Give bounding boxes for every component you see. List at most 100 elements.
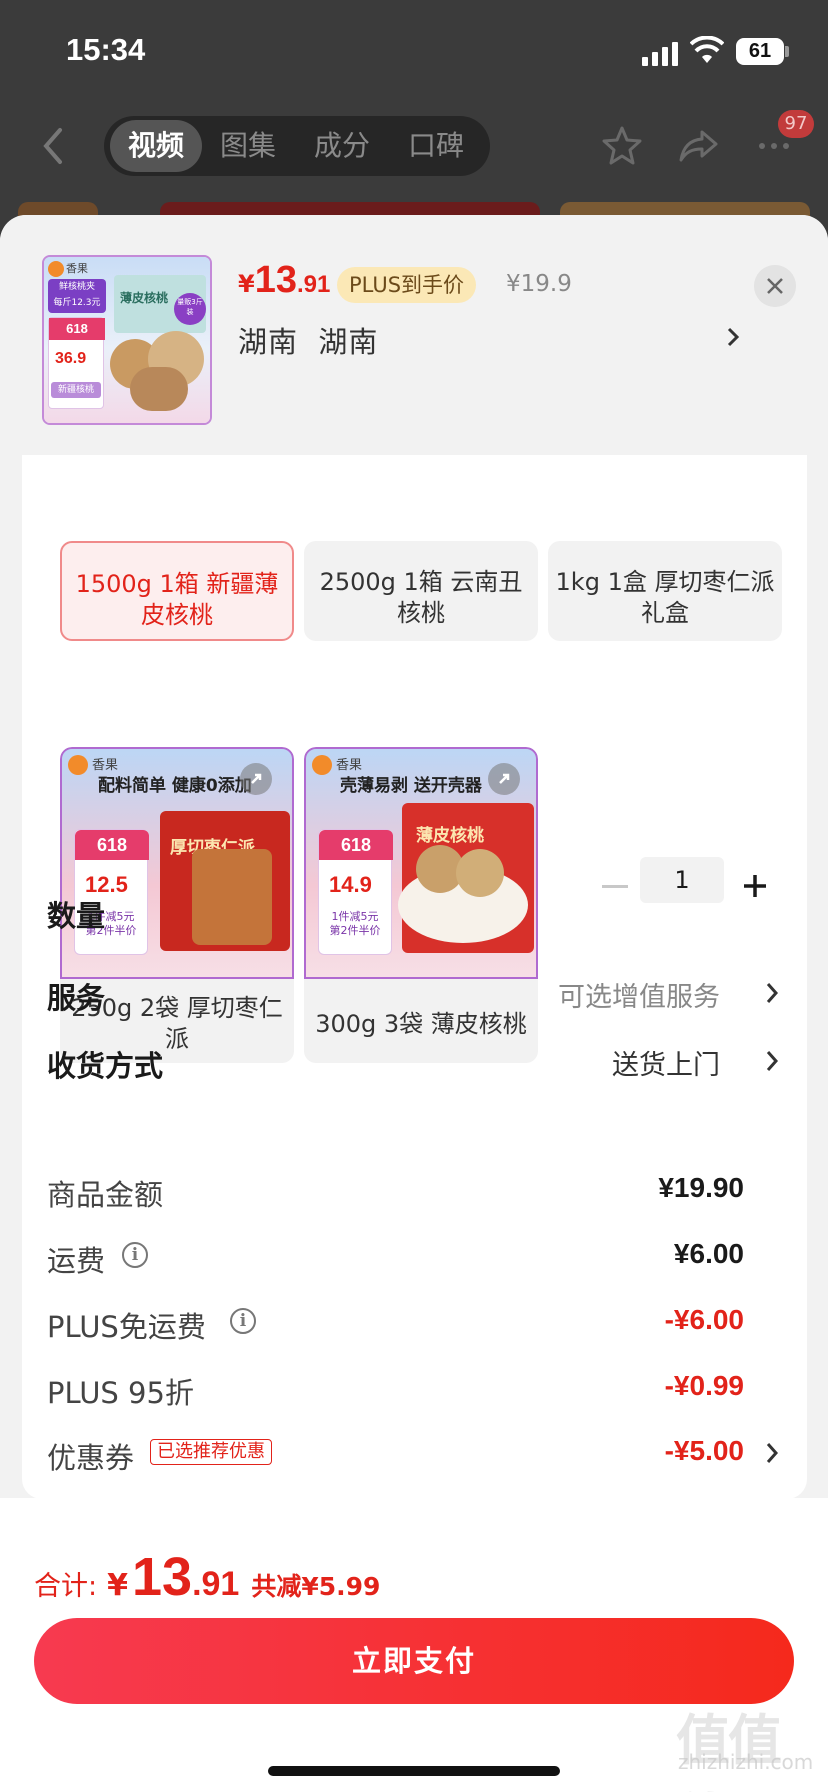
product-thumbnail[interactable]: 香果 鲜核桃夹 每斤12.3元 薄皮核桃 量贩3斤装 618 36.9 新疆核桃 xyxy=(42,255,212,425)
price-symbol: ¥ xyxy=(238,270,255,298)
image-promo-line: 1件减5元 xyxy=(331,910,379,923)
total-decimal: .91 xyxy=(192,1565,240,1603)
fee-value-plus-shipping: -¥6.00 xyxy=(664,1304,744,1335)
chevron-right-icon[interactable] xyxy=(765,1441,779,1465)
delivery-value[interactable]: 送货上门 xyxy=(612,1043,720,1082)
sheet-header: 香果 鲜核桃夹 每斤12.3元 薄皮核桃 量贩3斤装 618 36.9 新疆核桃… xyxy=(0,215,828,455)
chevron-right-icon[interactable] xyxy=(765,1049,779,1073)
service-label: 服务 xyxy=(47,981,106,1015)
info-icon[interactable]: i xyxy=(122,1242,148,1268)
fee-value-plus-discount: -¥0.99 xyxy=(664,1370,744,1401)
close-icon[interactable] xyxy=(754,265,796,307)
price-card: 618 14.9 1件减5元 第2件半价 xyxy=(318,829,393,955)
battery-indicator: 61 xyxy=(736,38,784,65)
fee-label-subtotal: 商品金额 xyxy=(47,1178,164,1212)
fee-label-shipping: 运费 xyxy=(47,1244,106,1278)
top-nav: 视频 图集 成分 口碑 97 xyxy=(0,110,828,180)
quantity-label: 数量 xyxy=(47,899,106,933)
thumb-price-card: 618 36.9 新疆核桃 xyxy=(48,317,105,409)
chevron-right-icon[interactable] xyxy=(722,319,746,355)
price-card: 618 12.5 1件减5元 第2件半价 xyxy=(74,829,149,955)
image-price: 14.9 xyxy=(329,872,372,897)
brand-logo xyxy=(312,755,332,775)
expand-icon[interactable] xyxy=(488,763,520,795)
tab-ingredients[interactable]: 成分 xyxy=(300,116,384,176)
variant-option[interactable]: 1kg 1盒 厚切枣仁派礼盒 xyxy=(548,541,782,641)
image-promo: 1件减5元 第2件半价 xyxy=(323,910,387,938)
current-price: ¥ 13 .91 xyxy=(238,259,330,309)
image-slogan: 壳薄易剥 送开壳器 xyxy=(340,776,482,796)
price-decimal: .91 xyxy=(296,271,331,298)
package-label: 薄皮核桃 xyxy=(416,826,484,846)
walnut-photo xyxy=(456,849,504,897)
variant-label: 300g 3袋 薄皮核桃 xyxy=(315,1010,527,1038)
badge-618: 618 xyxy=(49,318,105,340)
home-indicator xyxy=(268,1766,560,1776)
purchase-sheet: 1500g 1箱 新疆薄皮核桃 2500g 1箱 云南丑核桃 1kg 1盒 厚切… xyxy=(0,215,828,1792)
image-slogan: 配料简单 健康0添加 xyxy=(98,776,252,796)
share-icon[interactable] xyxy=(676,124,720,168)
media-tabs: 视频 图集 成分 口碑 xyxy=(104,116,490,176)
thumb-promo-line: 每斤12.3元 xyxy=(53,298,101,308)
price-integer: 13 xyxy=(254,259,297,301)
delivery-location[interactable]: 湖南 湖南 xyxy=(238,319,378,361)
plus-price-tag: PLUS到手价 xyxy=(337,267,477,303)
status-time: 15:34 xyxy=(66,32,146,67)
service-value[interactable]: 可选增值服务 xyxy=(558,975,720,1014)
quantity-decrease-button[interactable] xyxy=(602,885,628,888)
thumb-promo-line: 鲜核桃夹 xyxy=(58,282,95,292)
chevron-right-icon[interactable] xyxy=(765,981,779,1005)
pay-now-button[interactable]: 立即支付 xyxy=(34,1618,794,1704)
thumb-price: 36.9 xyxy=(55,350,87,367)
tab-reviews[interactable]: 口碑 xyxy=(394,116,478,176)
delivery-label: 收货方式 xyxy=(47,1049,164,1083)
variant-image: 香果 配料简单 健康0添加 厚切枣仁派 618 12.5 1件减5元 第2件半价 xyxy=(60,747,294,979)
back-arrow-icon[interactable] xyxy=(38,126,68,166)
expand-icon[interactable] xyxy=(240,763,272,795)
variant-label: 1kg 1盒 厚切枣仁派礼盒 xyxy=(555,568,775,627)
image-promo-line: 第2件半价 xyxy=(329,924,381,937)
coupon-tag: 已选推荐优惠 xyxy=(150,1439,272,1465)
brand-logo xyxy=(48,261,64,277)
total-label: 合计: xyxy=(34,1571,98,1602)
walnut-photo xyxy=(130,367,188,411)
status-bar: 15:34 61 xyxy=(0,0,828,100)
watermark: 值值值 xyxy=(676,1709,782,1792)
box-label: 薄皮核桃 xyxy=(120,291,169,305)
thumb-footer: 新疆核桃 xyxy=(51,382,101,398)
fee-label-plus-shipping: PLUS免运费 xyxy=(47,1310,206,1344)
variant-option[interactable]: 2500g 1箱 云南丑核桃 xyxy=(304,541,538,641)
star-icon[interactable] xyxy=(600,124,644,168)
watermark-url: zhizhizhi.com xyxy=(678,1750,814,1774)
message-badge: 97 xyxy=(778,110,814,138)
badge-618: 618 xyxy=(319,830,393,860)
product-photo xyxy=(192,849,272,945)
quantity-input[interactable]: 1 xyxy=(640,857,724,903)
weight-badge: 量贩3斤装 xyxy=(174,293,206,325)
tab-video[interactable]: 视频 xyxy=(110,120,202,172)
thumb-promo: 鲜核桃夹 每斤12.3元 xyxy=(48,279,106,313)
fee-label-coupon: 优惠券 xyxy=(47,1441,135,1475)
total-integer: 13 xyxy=(131,1547,193,1607)
total-row: 合计: ¥ 13 .91 共减¥5.99 xyxy=(34,1546,380,1608)
cellular-signal-icon xyxy=(642,40,682,66)
fee-value-shipping: ¥6.00 xyxy=(673,1238,744,1269)
battery-tip xyxy=(785,46,789,57)
total-saved: 共减¥5.99 xyxy=(251,1572,381,1601)
tab-gallery[interactable]: 图集 xyxy=(206,116,290,176)
info-icon[interactable]: i xyxy=(230,1308,256,1334)
variant-image: 香果 壳薄易剥 送开壳器 薄皮核桃 618 14.9 1件减5元 第2件半价 xyxy=(304,747,538,979)
fee-value-coupon[interactable]: -¥5.00 xyxy=(665,1435,744,1467)
badge-618: 618 xyxy=(75,830,149,860)
total-symbol: ¥ xyxy=(107,1568,128,1603)
wifi-icon xyxy=(690,36,724,63)
variant-label: 1500g 1箱 新疆薄皮核桃 xyxy=(75,570,279,629)
variant-option[interactable]: 香果 壳薄易剥 送开壳器 薄皮核桃 618 14.9 1件减5元 第2件半价 3… xyxy=(304,747,538,1063)
fee-label-plus-discount: PLUS 95折 xyxy=(47,1376,194,1410)
checkout-footer: 合计: ¥ 13 .91 共减¥5.99 立即支付 值值值 zhizhizhi.… xyxy=(0,1498,828,1792)
brand-name: 香果 xyxy=(66,262,88,275)
variant-option[interactable]: 1500g 1箱 新疆薄皮核桃 xyxy=(60,541,294,641)
quantity-increase-button[interactable] xyxy=(742,873,768,899)
brand-logo xyxy=(68,755,88,775)
fee-value-subtotal: ¥19.90 xyxy=(658,1172,744,1203)
